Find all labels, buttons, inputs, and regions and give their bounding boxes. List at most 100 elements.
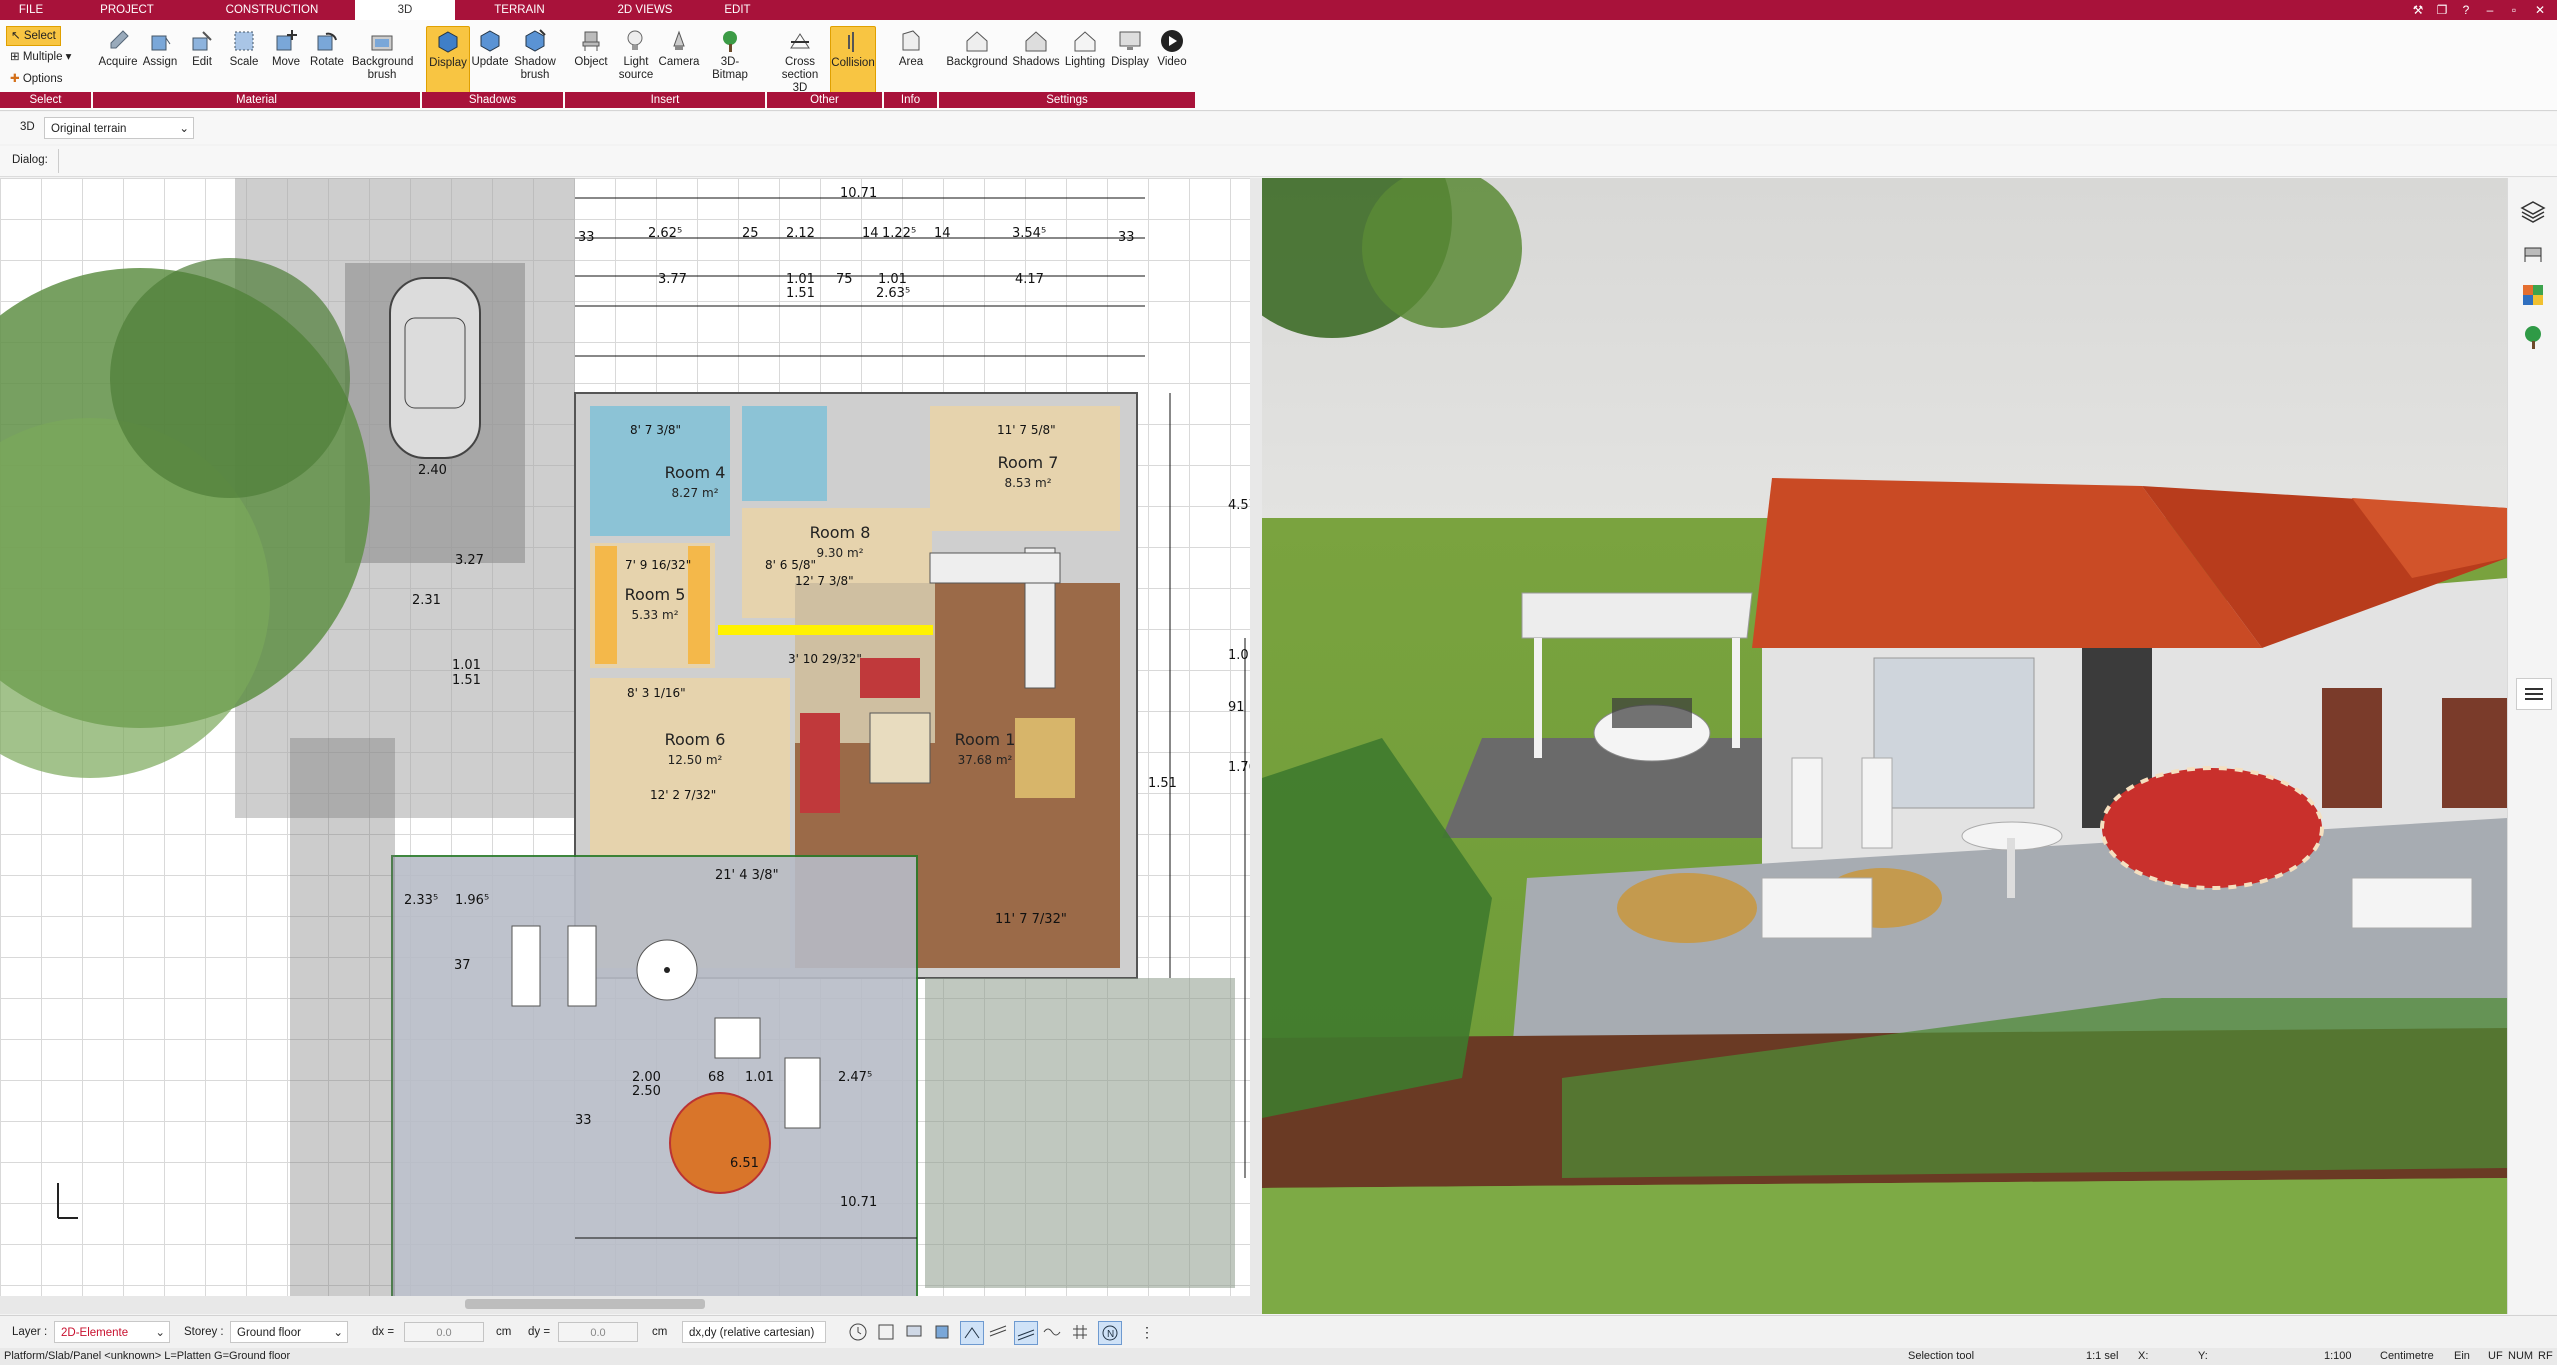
acquire-button[interactable]: Acquire [96,26,140,92]
assign-button[interactable]: Assign [140,26,180,92]
dy-input[interactable]: 0.0 [558,1322,638,1342]
floor-plan-view[interactable]: Room 4 8.27 m² Room 7 8.53 m² Room 8 9.30 m… [0,178,1250,1296]
imperial-dim: 7' 9 16/32" [625,558,692,572]
object-button[interactable]: Object [570,26,612,92]
cross-section-3d-button[interactable]: Cross section 3D [775,26,825,94]
dim-label: 1.01 [1228,648,1250,663]
options-button[interactable]: ✚ Options [6,70,66,88]
restore-icon[interactable]: ❐ [2430,0,2454,20]
camera-button[interactable]: Camera [656,26,702,92]
shadow-brush-icon [525,29,546,52]
parallel-icon[interactable] [1014,1321,1038,1345]
menu-tab-construction[interactable]: CONSTRUCTION [192,0,352,20]
terrain-select[interactable]: Original terrain ⌄ [44,117,194,139]
dim-label: 2.33⁵ [404,893,439,908]
menu-tab-2d-views[interactable]: 2D VIEWS [580,0,710,20]
furniture-icon[interactable] [2520,240,2546,266]
clock-icon[interactable] [848,1322,868,1342]
house-lighting-icon [1074,31,1096,52]
layers-icon[interactable] [2520,198,2546,224]
light-source-button[interactable]: Light source [614,26,656,92]
dim-label: 1.51 [452,673,481,688]
room-5-label: Room 5 5.33 m² [624,585,686,622]
panel-toggle-icon[interactable] [2516,678,2552,710]
snap-icon[interactable] [876,1322,896,1342]
assign-label: Assign [142,56,178,68]
eyedropper-icon [110,30,129,49]
shadow-brush-label: Shadow brush [514,56,556,81]
dx-input[interactable]: 0.0 [404,1322,484,1342]
camera-icon [673,30,685,50]
shadows-settings-button[interactable]: Shadows [1010,26,1062,92]
multiple-button[interactable]: ⊞ Multiple ▾ [6,48,75,66]
view-splitter[interactable] [1250,178,1262,1314]
angle-icon[interactable] [960,1321,984,1345]
coordinate-mode-select[interactable]: dx,dy (relative cartesian) [682,1321,826,1343]
video-button[interactable]: Video [1150,26,1194,92]
grid-icon[interactable] [1070,1322,1090,1342]
materials-icon[interactable] [2520,282,2546,308]
select-button[interactable]: ↖ Select [6,26,61,46]
collision-button[interactable]: Collision [830,26,876,94]
status-y: Y: [2198,1350,2208,1362]
menu-tab-project[interactable]: PROJECT [62,0,192,20]
select-label: Select [23,30,56,42]
area-icon [902,30,920,51]
rotate-button[interactable]: Rotate [307,26,347,92]
display-shadows-button[interactable]: Display [426,26,470,94]
menu-tab-file[interactable]: FILE [0,0,62,20]
view-toolbar: 3D Original terrain ⌄ [0,112,2557,144]
brush-icon [371,35,393,51]
maximize-icon[interactable]: ▫ [2502,0,2526,20]
imperial-dim: 11' 7 5/8" [997,423,1056,437]
display-shadows-label: Display [429,57,467,69]
tools-icon[interactable]: ⚒ [2406,0,2430,20]
help-icon[interactable]: ? [2454,0,2478,20]
dim-label: 1.51 [1148,776,1177,791]
group-material-label: Material [93,92,420,108]
monitor-small-icon[interactable] [904,1322,924,1342]
object-snap-icon[interactable]: N [1098,1321,1122,1345]
close-icon[interactable]: ✕ [2528,0,2552,20]
room-1-label: Room 1 37.68 m² [954,730,1016,767]
move-button[interactable]: Move [266,26,306,92]
menu-tab-terrain[interactable]: TERRAIN [462,0,577,20]
area-button[interactable]: Area [890,26,932,92]
layers-small-icon[interactable] [932,1322,952,1342]
background-button[interactable]: Background [945,26,1009,92]
dim-label: 37 [454,958,471,973]
plants-icon[interactable] [2520,324,2546,350]
lighting-button[interactable]: Lighting [1060,26,1110,92]
dim-label: 2.12 [786,226,815,241]
wave-icon[interactable] [1042,1322,1062,1342]
update-shadows-label: Update [471,56,509,68]
scale-icon [234,31,254,51]
3d-view[interactable] [1262,178,2507,1314]
dim-label: 6.51 [730,1156,759,1171]
scale-button[interactable]: Scale [224,26,264,92]
guideline-icon[interactable] [988,1322,1008,1342]
menu-tab-edit[interactable]: EDIT [710,0,765,20]
group-info-label: Info [884,92,937,108]
area-label: Area [898,56,924,68]
display-settings-button[interactable]: Display [1105,26,1155,92]
shadow-brush-button[interactable]: Shadow brush [512,26,558,92]
edit-button[interactable]: Edit [183,26,221,92]
chevron-down-icon: ⌄ [333,1327,343,1339]
scrollbar-thumb[interactable] [465,1299,705,1309]
menu-bar: FILE PROJECT CONSTRUCTION 3D TERRAIN 2D … [0,0,2557,20]
plan-horizontal-scrollbar[interactable] [0,1296,1250,1314]
3d-scene [1262,178,2507,1314]
3d-bitmap-button[interactable]: 3D-Bitmap [703,26,757,92]
update-shadows-button[interactable]: Update [470,26,510,92]
menu-tab-3d[interactable]: 3D [355,0,455,20]
layer-select[interactable]: 2D-Elemente ⌄ [54,1321,170,1343]
minimize-icon[interactable]: – [2478,0,2502,20]
imperial-dim: 8' 7 3/8" [630,423,682,437]
imperial-dim: 12' 2 7/32" [650,788,717,802]
dim-label: 1.01 [878,272,907,287]
storey-select[interactable]: Ground floor ⌄ [230,1321,348,1343]
background-brush-button[interactable]: Background brush [348,26,416,92]
tree-icon [723,31,737,52]
more-options-icon[interactable]: ⋮ [1140,1322,1154,1342]
